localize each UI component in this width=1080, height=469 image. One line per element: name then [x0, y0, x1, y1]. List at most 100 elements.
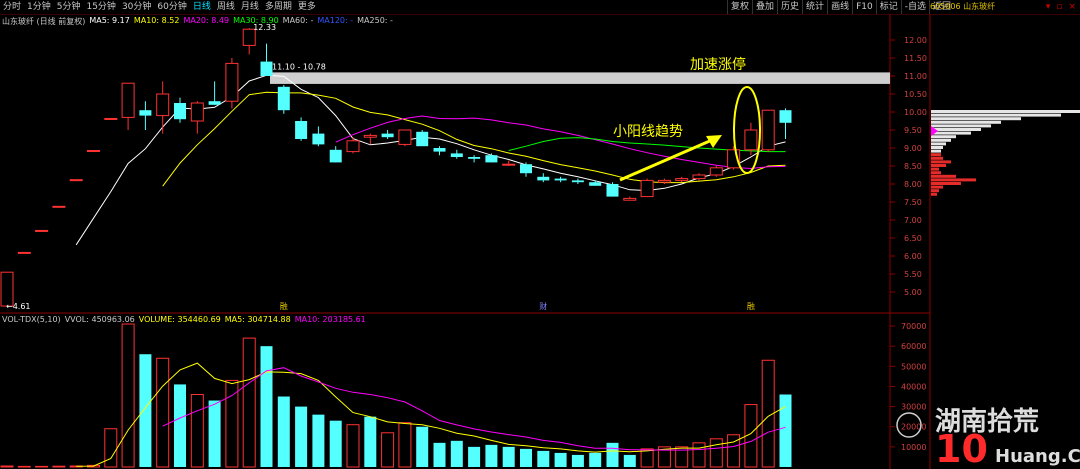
candle-body-0	[0, 271, 14, 307]
price-tick-3: 10.50	[904, 90, 927, 99]
candle-body-15	[260, 61, 273, 76]
price-tick-11: 6.50	[904, 234, 922, 243]
volume-profile-bar-7	[931, 135, 956, 139]
volume-tick-0: 70000	[901, 322, 926, 331]
volume-bar-2	[35, 465, 49, 468]
volume-profile-bar-13	[931, 156, 943, 160]
trend-arrow-shaft	[619, 138, 713, 182]
candle-body-30	[520, 164, 532, 174]
resistance-band	[270, 72, 890, 84]
volume-ma10-line	[162, 367, 786, 451]
price-tick-4: 10.00	[904, 108, 927, 117]
volume-tick-1: 60000	[901, 342, 926, 351]
price-tick-5: 9.50	[904, 126, 922, 135]
volume-bar-26	[450, 440, 463, 467]
volume-bar-41	[709, 438, 723, 468]
volume-bar-17	[295, 406, 308, 467]
candle-body-1	[17, 251, 31, 254]
candle-body-3	[52, 205, 66, 208]
candle-body-29	[502, 163, 516, 166]
watermark: 湖南拾荒 Huang.CN 10	[896, 407, 1080, 469]
volume-profile-bar-3	[931, 120, 1001, 124]
candle-body-33	[571, 180, 584, 183]
candle-body-28	[485, 155, 498, 163]
candle-body-37	[640, 179, 654, 198]
volume-bar-40	[692, 442, 706, 468]
volume-profile-bar-10	[931, 146, 943, 149]
volume-bar-24	[416, 426, 429, 467]
candle-body-19	[329, 149, 342, 163]
watermark-logo-number: 10	[935, 427, 988, 469]
candle-body-36	[623, 197, 637, 201]
volume-bar-14	[242, 337, 256, 468]
candle-body-38	[657, 179, 671, 183]
volume-profile-bar-0	[931, 110, 1080, 113]
price-tick-1: 11.50	[904, 54, 927, 63]
price-tick-0: 12.00	[904, 36, 927, 45]
volume-bar-19	[329, 420, 342, 467]
volume-profile-bar-4	[931, 124, 991, 128]
candle-body-9	[156, 93, 170, 117]
volume-profile-bar-22	[931, 189, 939, 193]
volume-profile-bar-8	[931, 138, 951, 142]
volume-profile-bar-1	[931, 113, 1061, 117]
price-tick-6: 9.00	[904, 144, 922, 153]
volume-profile-bar-19	[931, 178, 976, 182]
candle-body-20	[346, 140, 360, 153]
event-marker-1: 财	[539, 301, 547, 311]
volume-bar-31	[537, 450, 550, 467]
volume-profile-bar-17	[931, 171, 941, 175]
candle-body-7	[121, 82, 135, 118]
candle-body-27	[468, 157, 481, 159]
volume-bar-9	[156, 357, 170, 468]
candle-body-23	[398, 129, 412, 145]
price-tick-13: 5.50	[904, 270, 922, 279]
volume-bar-45	[779, 394, 792, 467]
volume-bar-0	[0, 465, 14, 468]
candle-body-24	[416, 131, 429, 147]
candle-body-17	[295, 121, 308, 139]
price-tick-12: 6.00	[904, 252, 922, 261]
volume-bar-25	[433, 442, 446, 467]
volume-profile-bar-21	[931, 185, 943, 189]
volume-profile-bar-6	[931, 131, 971, 135]
volume-bar-20	[346, 424, 360, 468]
volume-bar-16	[277, 396, 290, 467]
volume-bar-15	[260, 346, 273, 467]
volume-bar-18	[312, 414, 325, 467]
low-price-label: ←4.61	[6, 302, 31, 311]
volume-bar-27	[468, 446, 481, 467]
volume-bar-35	[606, 442, 619, 467]
high-price-label: 12.33	[253, 23, 276, 32]
candle-body-26	[450, 153, 463, 157]
price-tick-14: 5.00	[904, 288, 922, 297]
volume-bar-3	[52, 465, 66, 468]
volume-profile-bar-11	[931, 149, 941, 153]
volume-profile-bar-2	[931, 117, 1021, 121]
ma10-line	[162, 91, 786, 187]
candle-body-5	[87, 150, 100, 153]
volume-bar-23	[398, 422, 412, 468]
candle-body-16	[277, 86, 290, 111]
volume-bar-32	[554, 452, 567, 467]
volume-bar-10	[174, 384, 186, 467]
candle-body-39	[675, 178, 689, 181]
price-tick-10: 7.00	[904, 216, 922, 225]
candle-body-34	[589, 182, 602, 186]
volume-bar-7	[121, 323, 135, 468]
event-marker-2: 融	[747, 301, 755, 311]
kline-chart[interactable]: 12.00 11.50 11.00 10.50 10.00 9.50 9.00 8.50 8.0…	[0, 0, 1080, 469]
candle-body-43	[744, 129, 758, 151]
volume-bar-34	[589, 452, 602, 467]
volume-profile-bar-14	[931, 160, 951, 164]
candle-body-44	[761, 109, 775, 151]
candle-body-21	[363, 134, 377, 138]
candle-body-22	[381, 133, 394, 138]
candle-body-4	[69, 179, 83, 182]
volume-profile-bar-5	[931, 128, 981, 131]
wechat-icon	[896, 412, 922, 438]
candle-body-2	[35, 229, 49, 232]
candle-body-8	[139, 110, 152, 116]
volume-bar-30	[520, 448, 532, 467]
trend-annotation: 小阳线趋势	[613, 124, 683, 140]
